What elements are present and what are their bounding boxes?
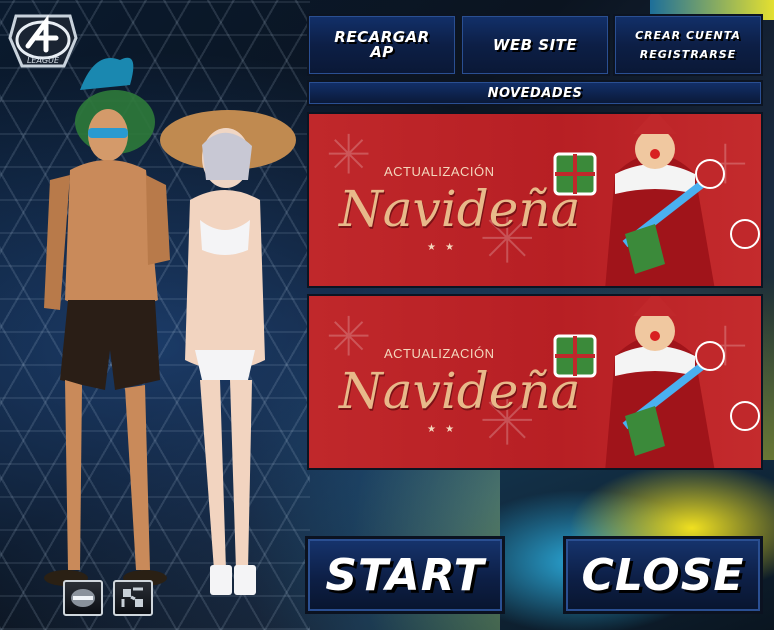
website-button[interactable]: WEB SITE <box>460 14 610 76</box>
news-banner-1[interactable]: ACTUALIZACIÓN Navideña ★ ★ <box>307 112 763 288</box>
banner-subtitle: ACTUALIZACIÓN <box>384 346 495 361</box>
create-account-link[interactable]: CREAR CUENTA <box>635 30 741 41</box>
settings-icon <box>121 587 143 607</box>
recharge-ap-button[interactable]: RECARGAR AP <box>307 14 457 76</box>
account-menu: CREAR CUENTA REGISTRARSE <box>613 14 763 76</box>
santa-character-art <box>553 296 760 468</box>
close-button[interactable]: CLOSE <box>563 536 763 614</box>
recharge-ap-label-line2: AP <box>370 43 394 61</box>
website-label: WEB SITE <box>492 35 578 54</box>
banner-stars: ★ ★ <box>427 424 458 435</box>
news-banner-2[interactable]: ACTUALIZACIÓN Navideña ★ ★ <box>307 294 763 470</box>
santa-character-art <box>553 114 760 286</box>
register-link[interactable]: REGISTRARSE <box>640 49 736 60</box>
characters-illustration <box>44 57 296 595</box>
minimize-icon <box>71 589 95 607</box>
banner-subtitle: ACTUALIZACIÓN <box>384 164 495 179</box>
news-header: NOVEDADES <box>307 80 763 106</box>
banner-stars: ★ ★ <box>427 242 458 253</box>
top-menu: RECARGAR AP WEB SITE CREAR CUENTA REGIST… <box>307 14 763 76</box>
minimize-button[interactable] <box>63 580 103 616</box>
settings-button[interactable] <box>113 580 153 616</box>
start-button[interactable]: START <box>305 536 505 614</box>
